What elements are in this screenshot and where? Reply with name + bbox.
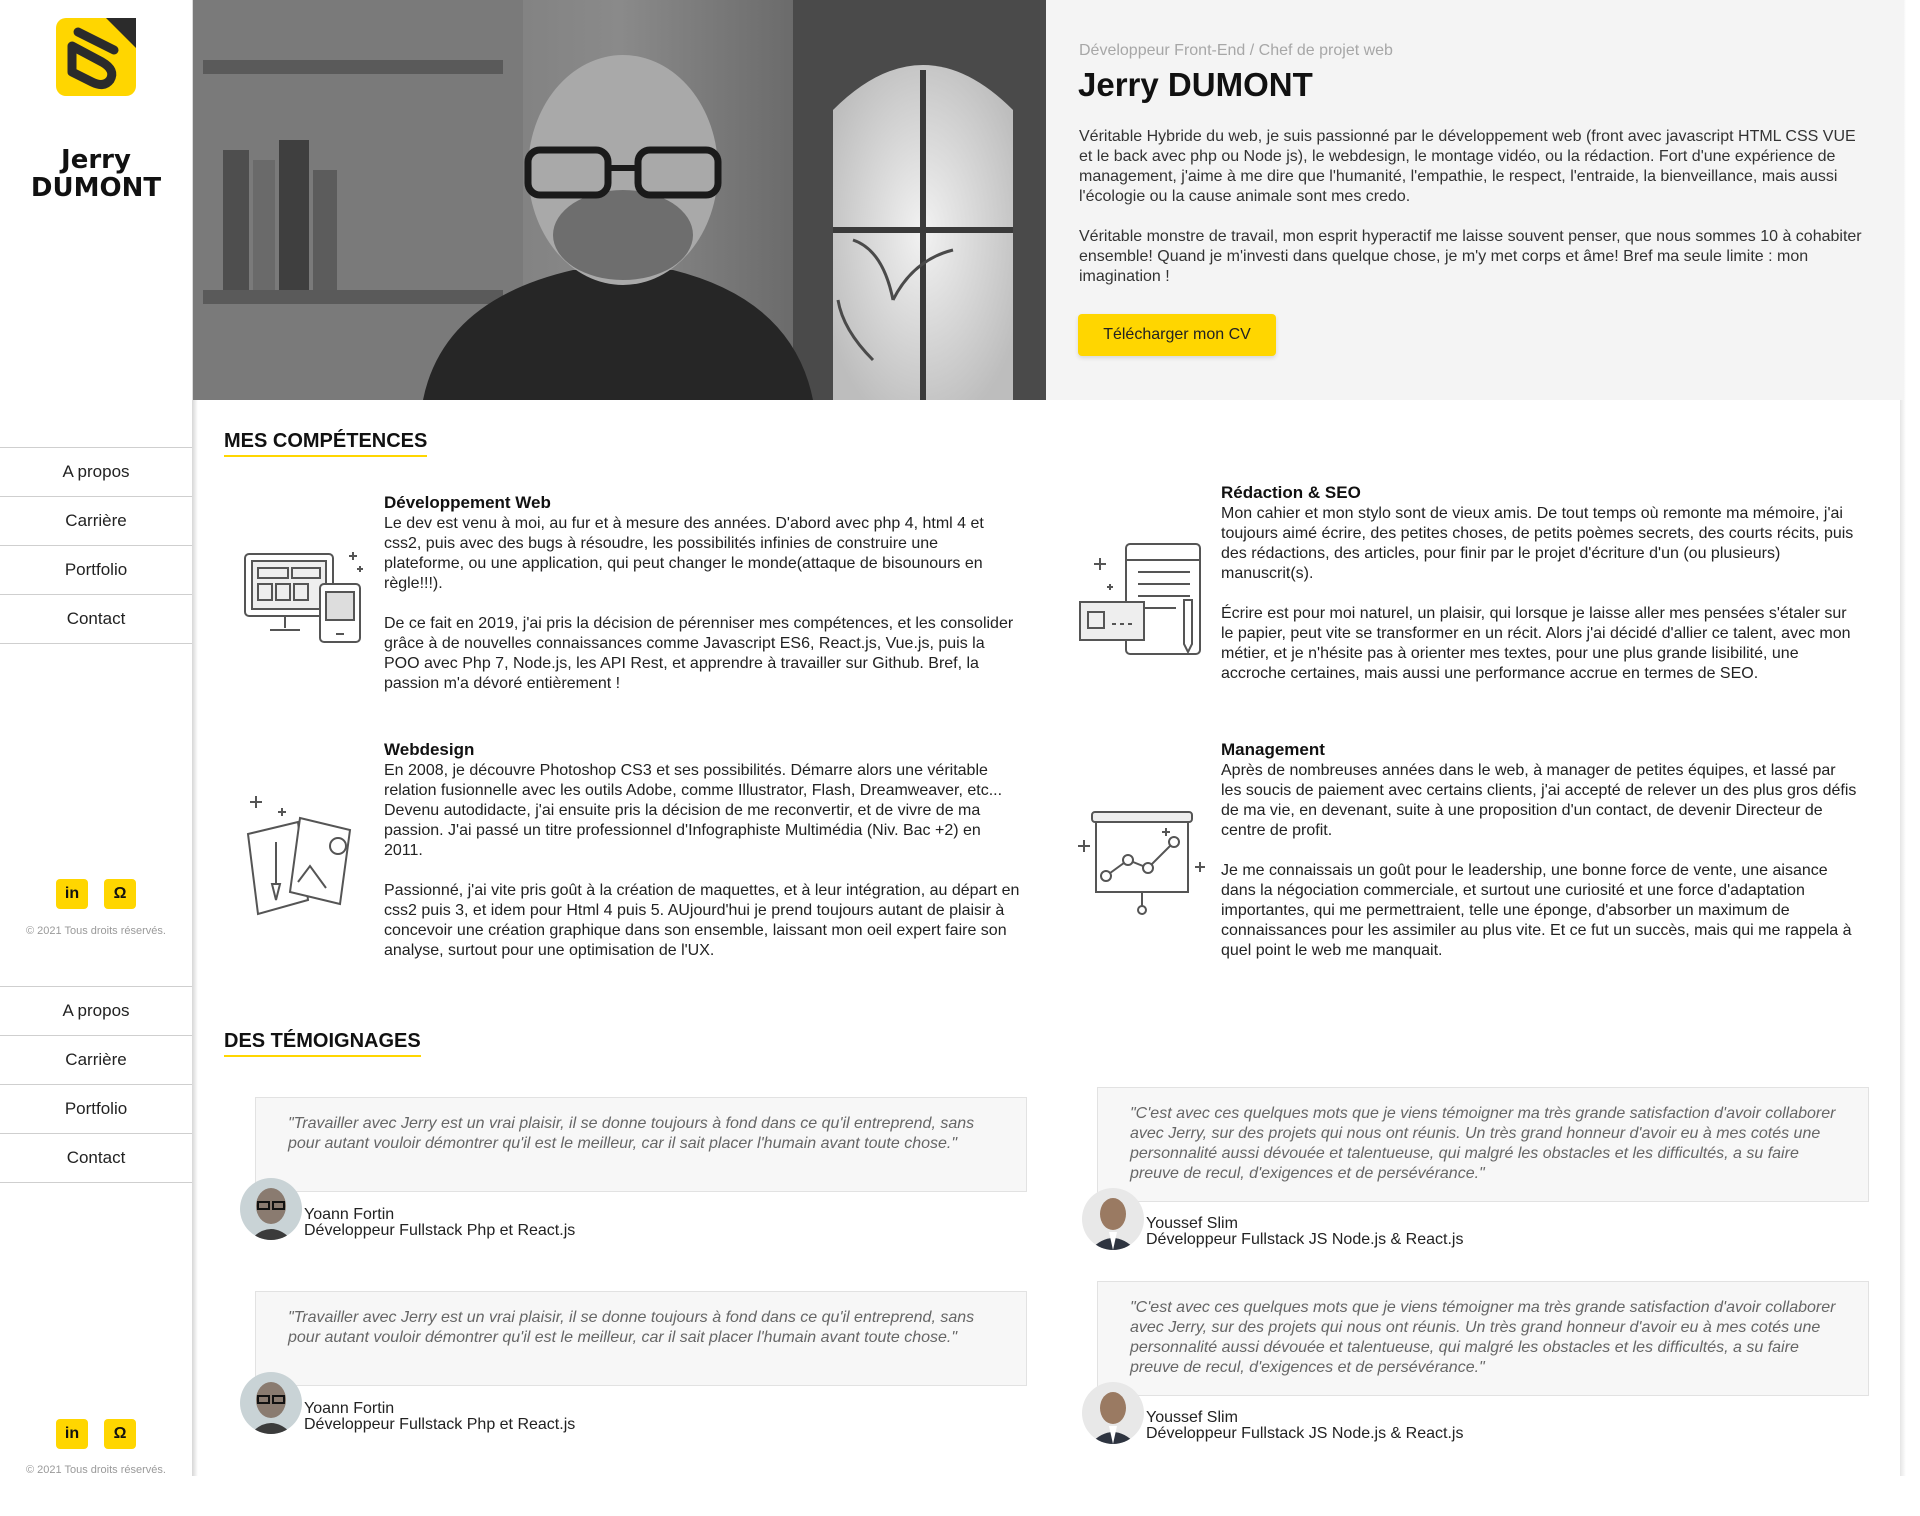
skill-text: Le dev est venu à moi, au fur et à mesur… [384,514,1020,694]
skill-writing-seo: Rédaction & SEO Mon cahier et mon stylo … [1221,482,1857,684]
skill-text: En 2008, je découvre Photoshop CS3 et se… [384,761,1020,961]
skill-paragraph: Mon cahier et mon stylo sont de vieux am… [1221,505,1854,582]
logo[interactable] [56,18,136,96]
skill-paragraph: Après de nombreuses années dans le web, … [1221,762,1857,839]
testimonial-quote: "Travailler avec Jerry est un vrai plais… [288,1115,975,1152]
nav-item-career[interactable]: Carrière [0,1036,192,1085]
brand-last-name: DUMONT [30,173,162,203]
testimonial-quote: "Travailler avec Jerry est un vrai plais… [288,1309,975,1346]
author-role: Développeur Fullstack JS Node.js & React… [1146,1231,1464,1248]
hero-role: Développeur Front-End / Chef de projet w… [1079,42,1393,59]
nav-item-portfolio[interactable]: Portfolio [0,546,192,595]
author-role: Développeur Fullstack Php et React.js [304,1416,576,1433]
copyright: © 2021 Tous droits réservés. [26,1464,166,1476]
testimonial-author: Youssef Slim Développeur Fullstack JS No… [1146,1410,1463,1442]
testimonial-author: Yoann Fortin Développeur Fullstack Php e… [304,1207,575,1239]
writing-icon [1079,543,1201,655]
brand-first-name: Jerry [61,145,131,175]
nav-item-career[interactable]: Carrière [0,497,192,546]
testimonial-quote: "C'est avec ces quelques mots que je vie… [1130,1299,1836,1376]
sidebar: Jerry DUMONT A propos Carrière Portfolio… [0,0,192,1476]
avatar [1082,1188,1144,1250]
author-role: Développeur Fullstack Php et React.js [304,1222,576,1239]
testimonial-card: "Travailler avec Jerry est un vrai plais… [255,1097,1027,1192]
copyright: © 2021 Tous droits réservés. [26,925,166,937]
skill-title: Rédaction & SEO [1221,483,1361,502]
avatar [1082,1382,1144,1444]
skill-paragraph: Écrire est pour moi naturel, un plaisir,… [1221,605,1851,682]
testimonials-heading: DES TÉMOIGNAGES [224,1030,421,1057]
skill-title: Management [1221,740,1325,759]
testimonial-author: Yoann Fortin Développeur Fullstack Php e… [304,1401,575,1433]
hero-info: Développeur Front-End / Chef de projet w… [1046,0,1903,400]
social-links: in Ω [56,1419,136,1449]
secondary-nav: A propos Carrière Portfolio Contact [0,986,192,1183]
nav-item-contact[interactable]: Contact [0,1134,192,1183]
avatar [240,1178,302,1240]
testimonial-card: "Travailler avec Jerry est un vrai plais… [255,1291,1027,1386]
skill-management: Management Après de nombreuses années da… [1221,739,1857,961]
skill-paragraph: En 2008, je découvre Photoshop CS3 et se… [384,762,1003,859]
skill-web-development: Développement Web Le dev est venu à moi,… [384,492,1020,694]
github-icon[interactable]: Ω [104,1419,136,1449]
skill-paragraph: De ce fait en 2019, j'ai pris la décisio… [384,615,1014,692]
bio-paragraph: Véritable monstre de travail, mon esprit… [1079,228,1862,285]
skills-heading: MES COMPÉTENCES [224,430,428,457]
skill-title: Webdesign [384,740,475,759]
bio-paragraph: Véritable Hybride du web, je suis passio… [1079,128,1856,205]
main-nav: A propos Carrière Portfolio Contact [0,447,192,644]
brand-name: Jerry DUMONT [0,146,192,202]
avatar [240,1372,302,1434]
testimonial-card: "C'est avec ces quelques mots que je vie… [1097,1087,1869,1202]
linkedin-icon[interactable]: in [56,1419,88,1449]
testimonial-author: Youssef Slim Développeur Fullstack JS No… [1146,1216,1463,1248]
profile-photo [193,0,1046,400]
hero-bio: Véritable Hybride du web, je suis passio… [1079,127,1869,287]
nav-item-about[interactable]: A propos [0,987,192,1036]
page-title: Jerry DUMONT [1078,66,1313,103]
author-name: Yoann Fortin [304,1400,395,1417]
testimonial-card: "C'est avec ces quelques mots que je vie… [1097,1281,1869,1396]
skill-text: Mon cahier et mon stylo sont de vieux am… [1221,504,1857,684]
skill-title: Développement Web [384,493,551,512]
skill-paragraph: Le dev est venu à moi, au fur et à mesur… [384,515,984,592]
nav-item-about[interactable]: A propos [0,448,192,497]
presentation-board-icon [1078,811,1205,915]
devices-icon [244,552,363,643]
author-role: Développeur Fullstack JS Node.js & React… [1146,1425,1464,1442]
author-name: Youssef Slim [1146,1409,1238,1426]
author-name: Yoann Fortin [304,1206,395,1223]
design-icon [246,796,352,916]
skill-paragraph: Je me connaissais un goût pour le leader… [1221,862,1852,959]
nav-item-contact[interactable]: Contact [0,595,192,644]
nav-item-portfolio[interactable]: Portfolio [0,1085,192,1134]
github-icon[interactable]: Ω [104,879,136,909]
author-name: Youssef Slim [1146,1215,1238,1232]
download-cv-button[interactable]: Télécharger mon CV [1078,314,1276,356]
social-links: in Ω [56,879,136,909]
linkedin-icon[interactable]: in [56,879,88,909]
skill-paragraph: Passionné, j'ai vite pris goût à la créa… [384,882,1020,959]
testimonial-quote: "C'est avec ces quelques mots que je vie… [1130,1105,1836,1182]
skill-text: Après de nombreuses années dans le web, … [1221,761,1857,961]
skill-webdesign: Webdesign En 2008, je découvre Photoshop… [384,739,1020,961]
